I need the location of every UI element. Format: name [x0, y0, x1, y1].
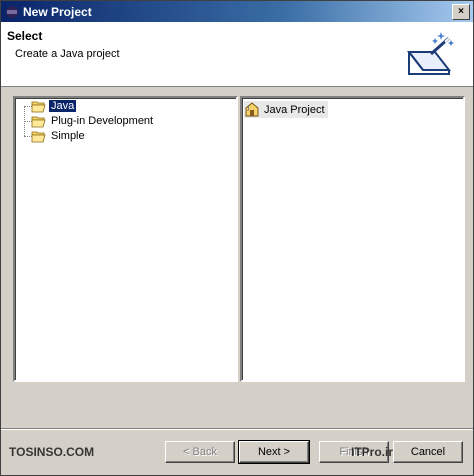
close-button[interactable]: × [452, 4, 470, 20]
wizard-list[interactable]: J Java Project [240, 96, 465, 382]
folder-icon [31, 131, 46, 142]
title-bar[interactable]: New Project × [1, 1, 473, 22]
eclipse-icon [6, 5, 18, 18]
new-project-dialog: New Project × Select Create a Java proje… [0, 0, 474, 476]
folder-icon [31, 116, 46, 127]
java-project-icon: J [245, 102, 259, 117]
tree-item-plugin-development[interactable]: Plug-in Development [31, 114, 155, 128]
cancel-button[interactable]: Cancel [393, 441, 463, 463]
wizard-item-java-project[interactable]: J Java Project [244, 101, 328, 118]
page-title: Select [7, 29, 43, 43]
back-button[interactable]: < Back [165, 441, 235, 463]
wizard-item-label: Java Project [264, 103, 325, 116]
watermark-left: TOSINSO.COM [9, 445, 95, 459]
page-description: Create a Java project [15, 48, 120, 60]
tree-item-simple[interactable]: Simple [31, 129, 87, 143]
tree-item-label: Simple [51, 130, 85, 142]
next-button[interactable]: Next > [238, 440, 310, 464]
svg-text:J: J [247, 106, 249, 112]
watermark-right: ITPro.ir [351, 445, 394, 459]
category-tree[interactable]: Java Plug-in Development Simple [13, 96, 238, 382]
tree-item-java[interactable]: Java [31, 99, 77, 113]
wizard-header: Select Create a Java project [1, 22, 473, 87]
tree-item-label: Plug-in Development [51, 115, 154, 127]
folder-open-icon [31, 101, 46, 112]
tree-item-label: Java [49, 100, 77, 112]
button-separator [1, 428, 473, 430]
wizard-wand-icon [406, 32, 454, 75]
window-title: New Project [23, 4, 92, 19]
